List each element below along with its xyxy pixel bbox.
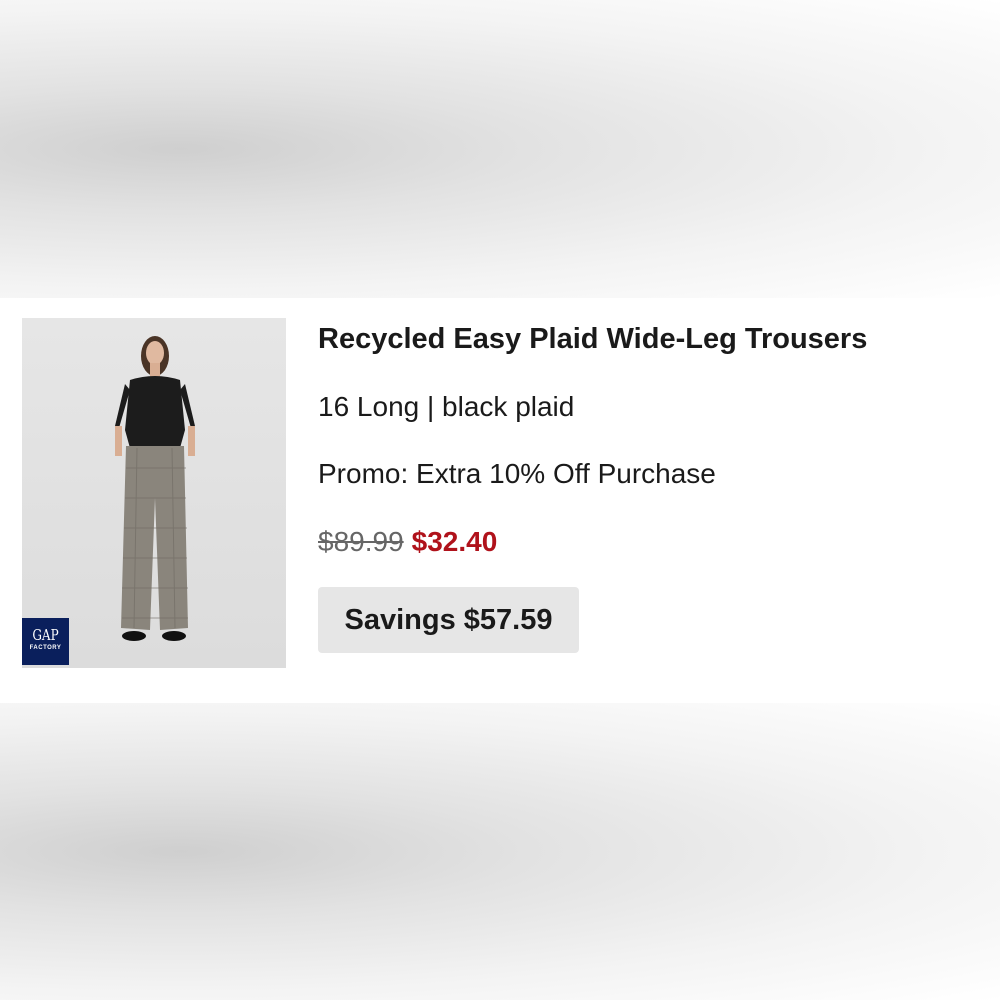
product-card[interactable]: GAP FACTORY Recycled Easy Plaid Wide-Leg… (0, 298, 1000, 703)
original-price: $89.99 (318, 526, 404, 557)
blurred-background-bottom (0, 703, 1000, 1000)
savings-badge: Savings $57.59 (318, 587, 579, 653)
logo-subtitle: FACTORY (29, 645, 62, 651)
product-image[interactable]: GAP FACTORY (22, 318, 286, 668)
sale-price: $32.40 (411, 526, 498, 557)
product-title[interactable]: Recycled Easy Plaid Wide-Leg Trousers (318, 323, 867, 356)
product-variant: 16 Long | black plaid (318, 391, 575, 422)
gap-factory-logo: GAP FACTORY (22, 618, 69, 665)
screenshot-page: GAP FACTORY Recycled Easy Plaid Wide-Leg… (0, 0, 1000, 1000)
model-figure-icon (115, 336, 195, 641)
promo-text: Promo: Extra 10% Off Purchase (318, 458, 716, 489)
price-row: $89.99 $32.40 (318, 526, 497, 558)
logo-wordmark: GAP (32, 626, 59, 644)
blurred-background-top (0, 0, 1000, 298)
